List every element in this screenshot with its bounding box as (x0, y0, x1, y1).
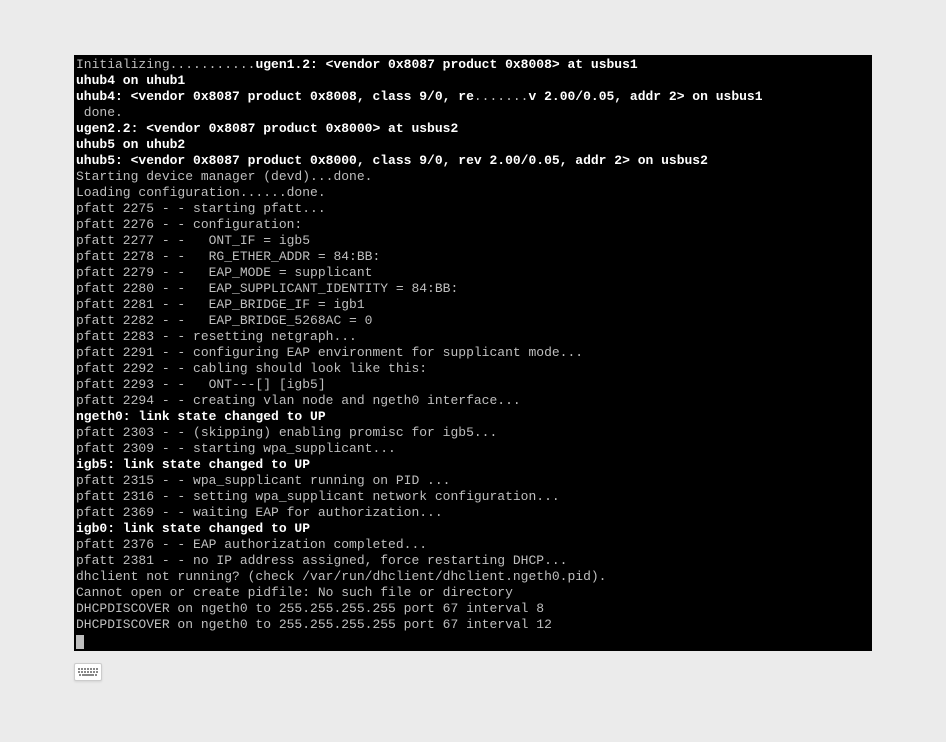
console-text: Loading configuration......done. (76, 185, 326, 200)
console-text: pfatt 2276 - - configuration: (76, 217, 302, 232)
console-line: Loading configuration......done. (76, 185, 870, 201)
console-line: pfatt 2293 - - ONT---[] [igb5] (76, 377, 870, 393)
console-text: pfatt 2281 - - EAP_BRIDGE_IF = igb1 (76, 297, 365, 312)
console-text: ugen1.2: <vendor 0x8087 product 0x8008> … (255, 57, 637, 72)
console-line: pfatt 2278 - - RG_ETHER_ADDR = 84:BB: (76, 249, 870, 265)
console-line: pfatt 2292 - - cabling should look like … (76, 361, 870, 377)
console-text: pfatt 2278 - - RG_ETHER_ADDR = 84:BB: (76, 249, 380, 264)
console-text: Initializing........... (76, 57, 255, 72)
cursor-icon (76, 635, 84, 649)
console-text: pfatt 2316 - - setting wpa_supplicant ne… (76, 489, 560, 504)
console-line: pfatt 2279 - - EAP_MODE = supplicant (76, 265, 870, 281)
console-text: uhub4 on uhub1 (76, 73, 185, 88)
console-text: pfatt 2309 - - starting wpa_supplicant..… (76, 441, 396, 456)
console-text: pfatt 2294 - - creating vlan node and ng… (76, 393, 521, 408)
console-line: pfatt 2369 - - waiting EAP for authoriza… (76, 505, 870, 521)
console-text: uhub4: <vendor 0x8087 product 0x8008, cl… (76, 89, 474, 104)
console-line: pfatt 2381 - - no IP address assigned, f… (76, 553, 870, 569)
console-line: pfatt 2282 - - EAP_BRIDGE_5268AC = 0 (76, 313, 870, 329)
console-line: Starting device manager (devd)...done. (76, 169, 870, 185)
console-line: pfatt 2316 - - setting wpa_supplicant ne… (76, 489, 870, 505)
console-text: pfatt 2277 - - ONT_IF = igb5 (76, 233, 310, 248)
console-line: pfatt 2309 - - starting wpa_supplicant..… (76, 441, 870, 457)
console-line: pfatt 2315 - - wpa_supplicant running on… (76, 473, 870, 489)
console-text: pfatt 2283 - - resetting netgraph... (76, 329, 357, 344)
console-text: pfatt 2376 - - EAP authorization complet… (76, 537, 427, 552)
console-text: pfatt 2279 - - EAP_MODE = supplicant (76, 265, 372, 280)
console-line: pfatt 2303 - - (skipping) enabling promi… (76, 425, 870, 441)
console-line: uhub4 on uhub1 (76, 73, 870, 89)
console-line: uhub5 on uhub2 (76, 137, 870, 153)
console-text: pfatt 2292 - - cabling should look like … (76, 361, 427, 376)
console-text: v 2.00/0.05, addr 2> on usbus1 (528, 89, 762, 104)
console-text: igb5: link state changed to UP (76, 457, 310, 472)
console-line: pfatt 2277 - - ONT_IF = igb5 (76, 233, 870, 249)
console-text: Cannot open or create pidfile: No such f… (76, 585, 513, 600)
console-text: ugen2.2: <vendor 0x8087 product 0x8000> … (76, 121, 458, 136)
console-line: pfatt 2376 - - EAP authorization complet… (76, 537, 870, 553)
console-line: Cannot open or create pidfile: No such f… (76, 585, 870, 601)
console-text: done. (76, 105, 123, 120)
console-text: pfatt 2303 - - (skipping) enabling promi… (76, 425, 497, 440)
console-text: pfatt 2293 - - ONT---[] [igb5] (76, 377, 326, 392)
keyboard-icon[interactable] (74, 663, 102, 681)
console-line: pfatt 2294 - - creating vlan node and ng… (76, 393, 870, 409)
console-line: dhclient not running? (check /var/run/dh… (76, 569, 870, 585)
console-line: pfatt 2291 - - configuring EAP environme… (76, 345, 870, 361)
console-text: uhub5: <vendor 0x8087 product 0x8000, cl… (76, 153, 708, 168)
console-text: pfatt 2369 - - waiting EAP for authoriza… (76, 505, 443, 520)
console-text: Starting device manager (devd)...done. (76, 169, 372, 184)
console-line: igb0: link state changed to UP (76, 521, 870, 537)
console-line: pfatt 2275 - - starting pfatt... (76, 201, 870, 217)
console-terminal[interactable]: Initializing...........ugen1.2: <vendor … (74, 55, 872, 651)
console-line: ngeth0: link state changed to UP (76, 409, 870, 425)
console-text: dhclient not running? (check /var/run/dh… (76, 569, 607, 584)
console-text: ....... (474, 89, 529, 104)
console-text: DHCPDISCOVER on ngeth0 to 255.255.255.25… (76, 617, 552, 632)
console-text: pfatt 2315 - - wpa_supplicant running on… (76, 473, 450, 488)
console-line: ugen2.2: <vendor 0x8087 product 0x8000> … (76, 121, 870, 137)
console-line: Initializing...........ugen1.2: <vendor … (76, 57, 870, 73)
console-line: DHCPDISCOVER on ngeth0 to 255.255.255.25… (76, 601, 870, 617)
console-text: pfatt 2381 - - no IP address assigned, f… (76, 553, 567, 568)
console-line: pfatt 2276 - - configuration: (76, 217, 870, 233)
console-line: pfatt 2283 - - resetting netgraph... (76, 329, 870, 345)
console-text: pfatt 2280 - - EAP_SUPPLICANT_IDENTITY =… (76, 281, 458, 296)
console-text: pfatt 2282 - - EAP_BRIDGE_5268AC = 0 (76, 313, 372, 328)
console-line: done. (76, 105, 870, 121)
console-line: pfatt 2280 - - EAP_SUPPLICANT_IDENTITY =… (76, 281, 870, 297)
console-text: pfatt 2291 - - configuring EAP environme… (76, 345, 583, 360)
console-text: DHCPDISCOVER on ngeth0 to 255.255.255.25… (76, 601, 544, 616)
console-line: pfatt 2281 - - EAP_BRIDGE_IF = igb1 (76, 297, 870, 313)
console-text: uhub5 on uhub2 (76, 137, 185, 152)
console-line: uhub5: <vendor 0x8087 product 0x8000, cl… (76, 153, 870, 169)
console-text: igb0: link state changed to UP (76, 521, 310, 536)
console-line: DHCPDISCOVER on ngeth0 to 255.255.255.25… (76, 617, 870, 633)
console-text: ngeth0: link state changed to UP (76, 409, 326, 424)
console-cursor-line (76, 633, 870, 649)
console-line: uhub4: <vendor 0x8087 product 0x8008, cl… (76, 89, 870, 105)
console-line: igb5: link state changed to UP (76, 457, 870, 473)
console-text: pfatt 2275 - - starting pfatt... (76, 201, 326, 216)
